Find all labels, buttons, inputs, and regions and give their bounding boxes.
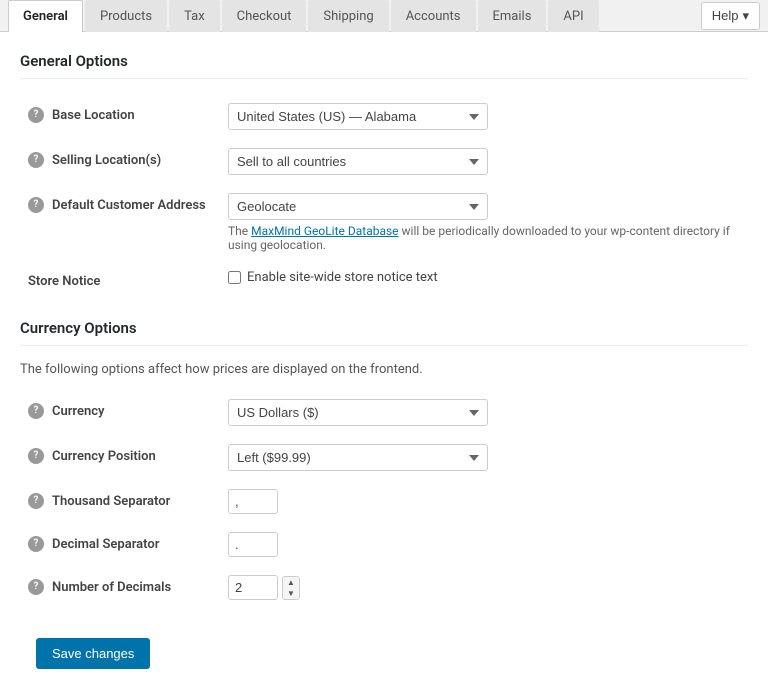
decimal-sep-help-icon[interactable]: ? — [28, 536, 44, 552]
currency-position-label: Currency Position — [52, 449, 156, 464]
selling-location-label: Selling Location(s) — [52, 153, 161, 168]
spinner-up-button[interactable]: ▲ — [283, 577, 299, 588]
store-notice-checkbox[interactable] — [228, 271, 241, 284]
currency-position-select[interactable]: Left ($99.99) Right (99.99$) Left with s… — [228, 444, 488, 471]
decimal-sep-input[interactable] — [228, 532, 278, 557]
thousand-sep-input[interactable] — [228, 489, 278, 514]
tabs-bar: General Products Tax Checkout Shipping A… — [0, 0, 768, 32]
tab-general[interactable]: General — [8, 0, 83, 32]
num-decimals-label: Number of Decimals — [52, 580, 171, 595]
general-options-table: ? Base Location United States (US) — Ala… — [20, 95, 748, 299]
main-content: General Options ? Base Location United S… — [0, 32, 768, 689]
base-location-select[interactable]: United States (US) — Alabama United Stat… — [228, 103, 488, 130]
default-address-help-icon[interactable]: ? — [28, 197, 44, 213]
tab-products[interactable]: Products — [85, 0, 167, 32]
thousand-sep-label: Thousand Separator — [52, 494, 170, 509]
tab-checkout[interactable]: Checkout — [222, 0, 307, 32]
chevron-down-icon: ▾ — [742, 8, 749, 24]
currency-label: Currency — [52, 404, 104, 419]
spinner-down-button[interactable]: ▼ — [283, 588, 299, 599]
tab-emails[interactable]: Emails — [478, 0, 547, 32]
general-options-title: General Options — [20, 52, 748, 79]
tab-shipping[interactable]: Shipping — [308, 0, 388, 32]
base-location-help-icon[interactable]: ? — [28, 107, 44, 123]
selling-location-select[interactable]: Sell to all countries Sell to specific c… — [228, 148, 488, 175]
decimal-sep-label: Decimal Separator — [52, 537, 159, 552]
currency-select[interactable]: US Dollars ($) Euros (€) British Pounds … — [228, 399, 488, 426]
help-button[interactable]: Help ▾ — [701, 2, 760, 30]
currency-position-help-icon[interactable]: ? — [28, 448, 44, 464]
store-notice-checkbox-text: Enable site-wide store notice text — [247, 270, 438, 285]
maxmind-link[interactable]: MaxMind GeoLite Database — [251, 224, 398, 238]
base-location-label: Base Location — [52, 108, 135, 123]
spinner-buttons: ▲ ▼ — [282, 576, 300, 600]
tab-accounts[interactable]: Accounts — [391, 0, 476, 32]
tab-tax[interactable]: Tax — [169, 0, 220, 32]
currency-help-icon[interactable]: ? — [28, 403, 44, 419]
store-notice-checkbox-label[interactable]: Enable site-wide store notice text — [228, 270, 438, 285]
currency-options-subtitle: The following options affect how prices … — [20, 362, 748, 377]
default-address-select[interactable]: Geolocate Shop base address No address — [228, 193, 488, 220]
num-decimals-input[interactable] — [228, 575, 278, 600]
geo-notice: The MaxMind GeoLite Database will be per… — [228, 224, 740, 252]
num-decimals-spinner: ▲ ▼ — [228, 575, 300, 600]
thousand-sep-help-icon[interactable]: ? — [28, 493, 44, 509]
currency-options-table: ? Currency US Dollars ($) Euros (€) Brit… — [20, 391, 748, 610]
num-decimals-help-icon[interactable]: ? — [28, 579, 44, 595]
store-notice-label: Store Notice — [28, 274, 100, 289]
default-address-label: Default Customer Address — [52, 198, 206, 213]
currency-options-title: Currency Options — [20, 319, 748, 346]
selling-location-help-icon[interactable]: ? — [28, 152, 44, 168]
tab-api[interactable]: API — [548, 0, 598, 32]
help-label: Help — [712, 8, 739, 23]
save-changes-button[interactable]: Save changes — [36, 638, 150, 669]
